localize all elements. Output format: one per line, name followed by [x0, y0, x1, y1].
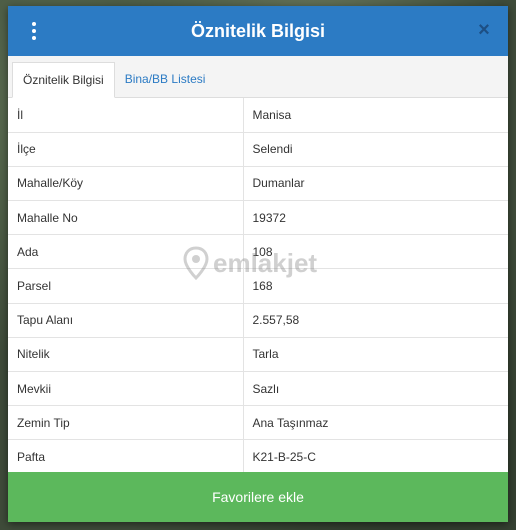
table-row: Mahalle No 19372	[8, 200, 508, 236]
close-icon[interactable]: ×	[474, 20, 494, 40]
table-row: Tapu Alanı 2.557,58	[8, 303, 508, 338]
attribute-value: Selendi	[243, 132, 508, 167]
dialog-header: Öznitelik Bilgisi ×	[8, 6, 508, 56]
table-row: İlçe Selendi	[8, 132, 508, 167]
attribute-key: İl	[8, 98, 244, 133]
more-vertical-icon[interactable]	[24, 21, 44, 41]
attribute-key: Tapu Alanı	[8, 303, 244, 338]
attribute-key: Nitelik	[8, 337, 244, 373]
attribute-value: Manisa	[243, 98, 508, 133]
attribute-key: Ada	[8, 234, 244, 270]
attribute-value: 168	[243, 268, 508, 304]
attribute-table: İl Manisa İlçe Selendi Mahalle/Köy Dumanlar Ma…	[8, 98, 508, 472]
attribute-info-dialog: Öznitelik Bilgisi × Öznitelik Bilgisi Bi…	[8, 6, 508, 522]
attribute-key: Mahalle No	[8, 200, 244, 236]
tab-building-list[interactable]: Bina/BB Listesi	[115, 61, 216, 97]
table-row: Zemin Tip Ana Taşınmaz	[8, 405, 508, 441]
attribute-key: Parsel	[8, 268, 244, 304]
attribute-value: K21-B-25-C	[243, 439, 508, 472]
attribute-value: 2.557,58	[243, 303, 508, 338]
attribute-value: Dumanlar	[243, 166, 508, 202]
attribute-key: Mahalle/Köy	[8, 166, 244, 202]
table-row: Mahalle/Köy Dumanlar	[8, 166, 508, 202]
attribute-key: İlçe	[8, 132, 244, 167]
attribute-value: Sazlı	[243, 371, 508, 407]
table-row: Nitelik Tarla	[8, 337, 508, 373]
attribute-value: 19372	[243, 200, 508, 236]
attribute-value: 108	[243, 234, 508, 270]
tab-attribute-info[interactable]: Öznitelik Bilgisi	[12, 62, 115, 98]
table-row: Parsel 168	[8, 268, 508, 304]
attribute-key: Zemin Tip	[8, 405, 244, 441]
dialog-title: Öznitelik Bilgisi	[190, 20, 326, 41]
attribute-key: Mevkii	[8, 371, 244, 407]
attribute-key: Pafta	[8, 439, 244, 472]
attribute-table-container: İl Manisa İlçe Selendi Mahalle/Köy Dumanlar Ma…	[8, 98, 508, 472]
add-to-favorites-button[interactable]: Favorilere ekle	[8, 472, 508, 522]
table-row: Ada 108	[8, 234, 508, 270]
tab-bar: Öznitelik Bilgisi Bina/BB Listesi	[8, 56, 508, 98]
attribute-value: Ana Taşınmaz	[243, 405, 508, 441]
attribute-value: Tarla	[243, 337, 508, 373]
table-row: Mevkii Sazlı	[8, 371, 508, 407]
table-row: İl Manisa	[8, 98, 508, 133]
table-row: Pafta K21-B-25-C	[8, 439, 508, 472]
